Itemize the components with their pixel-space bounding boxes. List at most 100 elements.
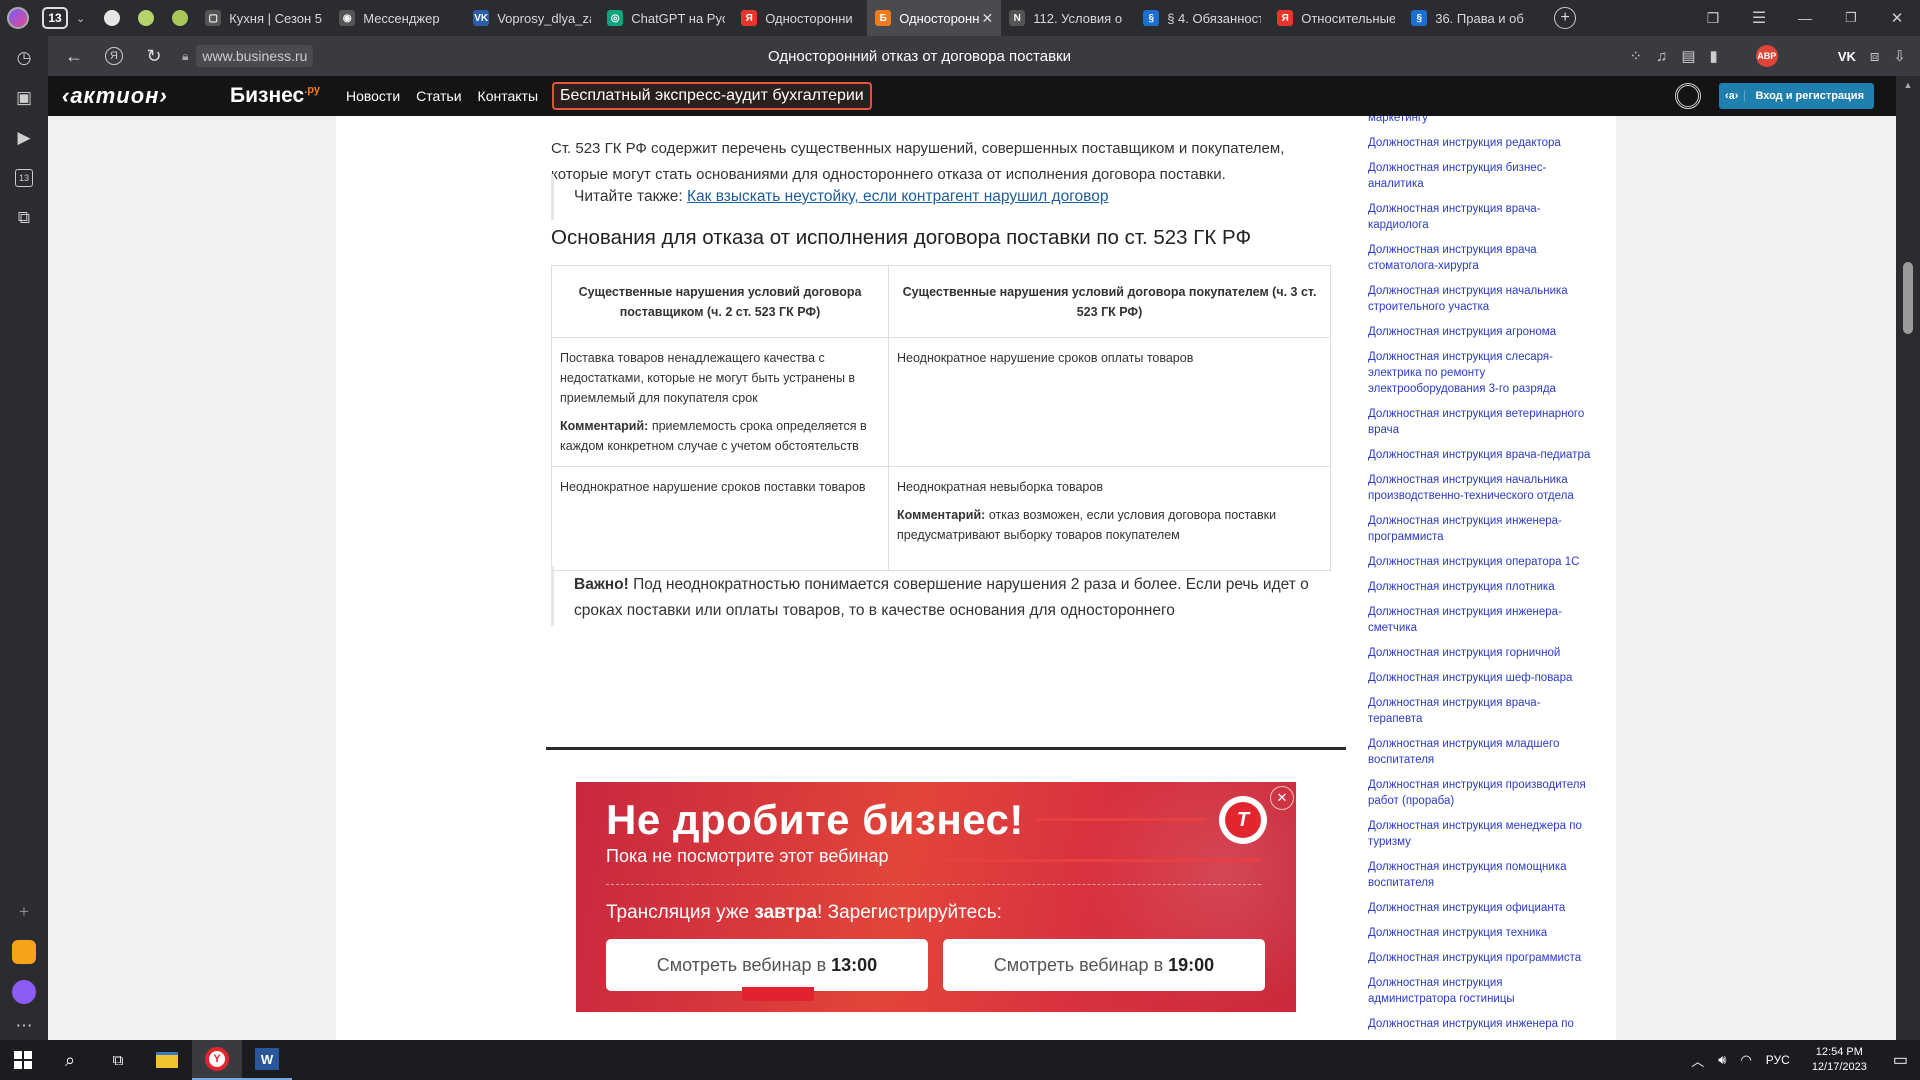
chevron-down-icon[interactable]: ⌄ bbox=[76, 12, 85, 25]
sidebar-link[interactable]: Должностная инструкция врача стоматолога… bbox=[1368, 242, 1593, 274]
menu-button[interactable]: ☰ bbox=[1736, 0, 1782, 36]
start-button[interactable] bbox=[0, 1040, 46, 1080]
site-nav-item[interactable]: Статьи bbox=[416, 88, 461, 104]
sidebar-link[interactable]: Должностная инструкция горничной bbox=[1368, 645, 1593, 661]
mail-button[interactable] bbox=[0, 932, 48, 972]
reload-button[interactable]: ↻ bbox=[134, 36, 174, 76]
sidebar-link[interactable]: Должностная инструкция начальника строит… bbox=[1368, 283, 1593, 315]
chevron-up-icon[interactable]: ︿ bbox=[1691, 1051, 1704, 1070]
sidebar-link[interactable]: Должностная инструкция администратора го… bbox=[1368, 975, 1593, 1007]
history-button[interactable]: ◷ bbox=[0, 38, 48, 78]
search-button[interactable]: ⌕ bbox=[46, 1040, 94, 1080]
sidebar-link[interactable]: Должностная инструкция бизнес-аналитика bbox=[1368, 160, 1593, 192]
sidebar-link[interactable]: Должностная инструкция ветеринарного вра… bbox=[1368, 406, 1593, 438]
reader-icon[interactable]: ▤ bbox=[1681, 47, 1695, 65]
aktion-logo[interactable]: ‹актион› bbox=[62, 83, 202, 109]
site-nav-item[interactable]: Контакты bbox=[478, 88, 538, 104]
word-button[interactable]: W bbox=[242, 1040, 292, 1080]
browser-tab[interactable]: N 112. Условия о bbox=[1001, 0, 1135, 36]
business-logo[interactable]: Бизнес .ру bbox=[230, 84, 320, 108]
browser-tab[interactable]: Я Относительные bbox=[1269, 0, 1403, 36]
login-button[interactable]: ‹a› Вход и регистрация bbox=[1719, 83, 1874, 109]
page-scrollbar[interactable]: ▲ bbox=[1896, 76, 1920, 1040]
browser-tab[interactable]: ▢ Кухня | Сезон 5 bbox=[197, 0, 331, 36]
bookmark-icon[interactable]: ▮ bbox=[1710, 47, 1718, 65]
tab-counter[interactable]: 13 bbox=[42, 7, 68, 29]
extensions-icon[interactable]: ⁘ bbox=[1630, 47, 1643, 65]
sidebar-link[interactable]: Должностная инструкция техника bbox=[1368, 925, 1593, 941]
lifebuoy-icon[interactable] bbox=[1675, 83, 1701, 109]
url-pill[interactable]: www.business.ru bbox=[196, 45, 314, 67]
yandex-browser-button[interactable]: Y bbox=[192, 1040, 242, 1080]
browser-tab[interactable]: ◉ Мессенджер bbox=[331, 0, 465, 36]
browser-tab[interactable]: Б Односторонн ✕ bbox=[867, 0, 1002, 36]
sidebar-link[interactable]: Должностная инструкция оператора 1С bbox=[1368, 554, 1593, 570]
taskview-button[interactable]: ⧉ bbox=[94, 1040, 142, 1080]
sidebar-link[interactable]: Должностная инструкция плотника bbox=[1368, 579, 1593, 595]
sidebar-link[interactable]: Должностная инструкция инженера-программ… bbox=[1368, 513, 1593, 545]
sidebar-link[interactable]: Должностная инструкция врача-кардиолога bbox=[1368, 201, 1593, 233]
browser-tab[interactable]: Я Односторонни bbox=[733, 0, 867, 36]
pinned-tab-1[interactable] bbox=[95, 0, 129, 36]
maximize-button[interactable]: ❐ bbox=[1828, 0, 1874, 36]
browser-tab[interactable]: § 36. Права и об bbox=[1403, 0, 1537, 36]
page-title[interactable]: Односторонний отказ от договора поставки bbox=[768, 48, 1071, 65]
close-window-button[interactable]: ✕ bbox=[1874, 0, 1920, 36]
browser-tab[interactable]: VK Voprosy_dlya_za bbox=[465, 0, 599, 36]
webinar-1300-button[interactable]: Смотреть вебинар в 13:00 bbox=[606, 939, 928, 991]
add-panel-button[interactable]: + bbox=[0, 892, 48, 932]
vk-icon[interactable]: VK bbox=[1838, 49, 1856, 64]
sidebar-link[interactable]: Должностная инструкция начальника произв… bbox=[1368, 472, 1593, 504]
screenshot-button[interactable]: ⧉ bbox=[0, 198, 48, 238]
tab-counter-group[interactable]: 13 ⌄ bbox=[42, 7, 95, 29]
sidebar-link[interactable]: Должностная инструкция младшего воспитат… bbox=[1368, 736, 1593, 768]
sidebar-link[interactable]: Должностная инструкция помощника воспита… bbox=[1368, 859, 1593, 891]
read-also-link[interactable]: Как взыскать неустойку, если контрагент … bbox=[687, 188, 1108, 206]
browser-tab[interactable]: § § 4. Обязанност bbox=[1135, 0, 1269, 36]
sidebar-link[interactable]: Должностная инструкция программиста bbox=[1368, 950, 1593, 966]
sidebar-link[interactable]: Должностная инструкция врача-педиатра bbox=[1368, 447, 1593, 463]
sidebar-link[interactable]: Должностная инструкция менеджера по тури… bbox=[1368, 818, 1593, 850]
sidebar-link-partial[interactable]: маркетингу bbox=[1368, 116, 1593, 126]
sidebar-link[interactable]: Должностная инструкция агронома bbox=[1368, 324, 1593, 340]
sidebar-link[interactable]: Должностная инструкция инженера-сметчика bbox=[1368, 604, 1593, 636]
browser-tab[interactable]: ◎ ChatGPT на Рус bbox=[599, 0, 733, 36]
language-indicator[interactable]: РУС bbox=[1766, 1053, 1790, 1067]
yandex-button[interactable]: Я bbox=[94, 36, 134, 76]
sidebar-link[interactable]: Должностная инструкция редактора bbox=[1368, 135, 1593, 151]
profile-avatar[interactable] bbox=[0, 0, 36, 36]
pinned-tab-3[interactable] bbox=[163, 0, 197, 36]
site-nav-item[interactable]: Новости bbox=[346, 88, 400, 104]
alice-button[interactable] bbox=[0, 972, 48, 1012]
back-button[interactable]: ← bbox=[54, 36, 94, 76]
abp-button[interactable]: ABP bbox=[1755, 45, 1778, 67]
webinar-banner[interactable]: Не дробите бизнес! Пока не посмотрите эт… bbox=[576, 782, 1296, 1012]
promo-audit-button[interactable]: Бесплатный экспресс-аудит бухгалтерии bbox=[552, 82, 872, 110]
sidebar-link[interactable]: Должностная инструкция врача-терапевта bbox=[1368, 695, 1593, 727]
collections-rail-button[interactable]: ▣ bbox=[0, 78, 48, 118]
sidebar-link[interactable]: Должностная инструкция слесаря-электрика… bbox=[1368, 349, 1593, 397]
volume-icon[interactable]: 🔊︎ bbox=[1718, 1052, 1726, 1068]
webinar-1900-button[interactable]: Смотреть вебинар в 19:00 bbox=[943, 939, 1265, 991]
scroll-up-icon[interactable]: ▲ bbox=[1896, 80, 1920, 90]
downloads-icon[interactable]: ⧈ bbox=[1870, 48, 1880, 65]
video-button[interactable]: ▶ bbox=[0, 118, 48, 158]
more-button[interactable]: ⋯ bbox=[0, 1012, 48, 1040]
tabs-counter-button[interactable]: 13 bbox=[0, 158, 48, 198]
explorer-button[interactable] bbox=[142, 1040, 192, 1080]
download-icon[interactable]: ⇩ bbox=[1893, 47, 1906, 65]
scroll-thumb[interactable] bbox=[1903, 262, 1913, 334]
new-tab-button[interactable]: + bbox=[1547, 0, 1583, 36]
minimize-button[interactable]: — bbox=[1782, 0, 1828, 36]
sidebar-link[interactable]: Должностная инструкция официанта bbox=[1368, 900, 1593, 916]
pinned-tab-2[interactable] bbox=[129, 0, 163, 36]
sidebar-link[interactable]: Должностная инструкция производителя раб… bbox=[1368, 777, 1593, 809]
headphones-icon[interactable]: ♫ bbox=[1656, 48, 1667, 65]
ad-close-button[interactable]: ✕ bbox=[1270, 786, 1294, 810]
tab-close-icon[interactable]: ✕ bbox=[981, 10, 993, 27]
clock[interactable]: 12:54 PM 12/17/2023 bbox=[1812, 1045, 1867, 1075]
sidebar-link-partial[interactable]: Должностная инструкция инженера по bbox=[1368, 1016, 1593, 1032]
sidebar-link[interactable]: Должностная инструкция шеф-повара bbox=[1368, 670, 1593, 686]
wifi-icon[interactable]: ◠ bbox=[1740, 1052, 1751, 1068]
notification-icon[interactable]: ▭ bbox=[1893, 1050, 1908, 1070]
